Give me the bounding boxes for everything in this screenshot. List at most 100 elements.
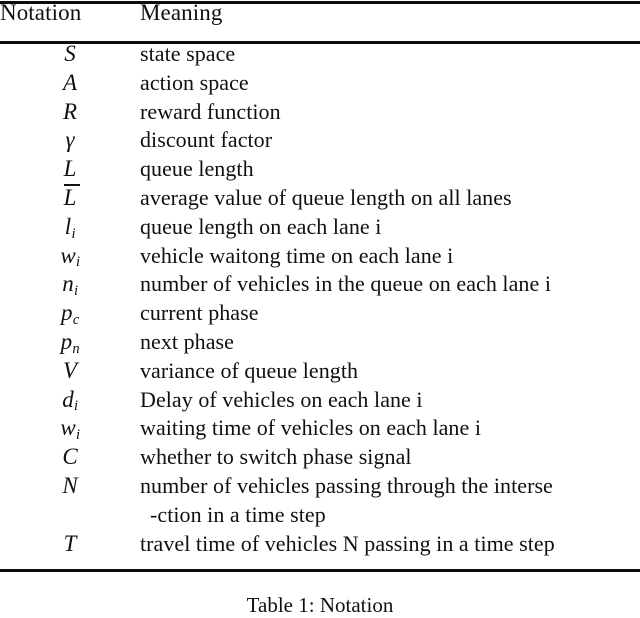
symbol-base: p xyxy=(60,328,73,354)
notation-symbol: N xyxy=(0,473,140,502)
math-symbol: di xyxy=(62,386,79,415)
math-symbol: A xyxy=(63,71,77,94)
math-symbol: V xyxy=(63,359,77,382)
symbol-base: L xyxy=(63,184,77,210)
notation-symbol: pc xyxy=(0,300,140,329)
notation-meaning: state space xyxy=(140,41,236,66)
table-row: pn next phase xyxy=(0,329,640,358)
overbar-accent xyxy=(64,184,81,186)
table-row: di Delay of vehicles on each lane i xyxy=(0,387,640,416)
notation-meaning: average value of queue length on all lan… xyxy=(140,184,512,210)
column-header-notation: Notation xyxy=(0,0,82,25)
math-symbol: li xyxy=(65,215,76,241)
notation-symbol-empty xyxy=(0,502,140,531)
notation-meaning: queue length xyxy=(140,156,254,182)
table-row: Nnumber of vehicles passing through the … xyxy=(0,473,640,502)
notation-symbol: li xyxy=(0,214,140,243)
symbol-subscript: i xyxy=(71,225,76,242)
symbol-base: A xyxy=(62,69,78,95)
math-symbol: pn xyxy=(60,328,80,356)
notation-symbol: L xyxy=(0,184,140,214)
notation-meaning: next phase xyxy=(140,328,234,354)
symbol-base: T xyxy=(63,530,77,556)
math-symbol: γ xyxy=(65,128,74,151)
symbol-subscript: c xyxy=(72,312,80,329)
table-row: Sstate space xyxy=(0,41,640,70)
notation-symbol: S xyxy=(0,41,140,70)
symbol-base: d xyxy=(62,386,74,412)
notation-symbol: wi xyxy=(0,415,140,444)
notation-meaning: number of vehicles passing through the i… xyxy=(140,472,553,498)
notation-symbol: R xyxy=(0,99,140,128)
notation-table-figure: Notation Meaning Sstate space Aaction spa… xyxy=(0,0,640,617)
notation-meaning: waiting time of vehicles on each lane i xyxy=(140,415,481,441)
symbol-subscript: n xyxy=(72,340,80,357)
notation-meaning-continuation: -ction in a time step xyxy=(150,501,326,527)
table-row: Vvariance of queue length xyxy=(0,358,640,387)
table-row: wi vehicle waitong time on each lane i xyxy=(0,243,640,272)
math-symbol: L xyxy=(64,157,77,180)
notation-meaning: Delay of vehicles on each lane i xyxy=(140,386,423,412)
symbol-base: V xyxy=(62,357,78,383)
table-row: γ discount factor xyxy=(0,127,640,156)
table-row: Aaction space xyxy=(0,70,640,99)
table-caption: Table 1: Notation xyxy=(246,593,394,617)
symbol-base: w xyxy=(60,415,76,441)
symbol-base: C xyxy=(62,444,78,470)
math-symbol: C xyxy=(62,445,77,468)
notation-meaning: variance of queue length xyxy=(140,357,359,383)
symbol-subscript: i xyxy=(75,254,80,271)
symbol-base: n xyxy=(62,271,74,297)
math-symbol: R xyxy=(63,100,77,123)
math-symbol: pc xyxy=(61,300,79,327)
notation-symbol: ni xyxy=(0,271,140,300)
symbol-base: γ xyxy=(65,127,75,153)
math-symbol: ni xyxy=(62,271,78,298)
notation-meaning: action space xyxy=(140,69,249,95)
notation-table: Notation Meaning Sstate space Aaction spa… xyxy=(0,0,640,559)
notation-symbol: pn xyxy=(0,329,140,358)
column-header-meaning: Meaning xyxy=(140,0,223,25)
notation-meaning: discount factor xyxy=(140,127,273,153)
symbol-subscript: i xyxy=(75,427,80,444)
math-symbol: N xyxy=(62,474,77,497)
math-symbol: wi xyxy=(60,415,80,442)
notation-meaning: whether to switch phase signal xyxy=(140,444,412,470)
notation-symbol: T xyxy=(0,531,140,560)
notation-symbol: γ xyxy=(0,127,140,156)
notation-symbol: di xyxy=(0,387,140,416)
notation-meaning: queue length on each lane i xyxy=(140,213,382,239)
notation-meaning: number of vehicles in the queue on each … xyxy=(140,271,551,297)
notation-symbol: A xyxy=(0,70,140,99)
math-symbol: S xyxy=(64,42,76,65)
notation-symbol: L xyxy=(0,156,140,185)
notation-meaning: reward function xyxy=(140,98,281,124)
table-row: pc current phase xyxy=(0,300,640,329)
notation-meaning: vehicle waitong time on each lane i xyxy=(140,242,454,268)
symbol-base: L xyxy=(63,156,77,182)
symbol-base: S xyxy=(64,41,76,66)
table-row: Cwhether to switch phase signal xyxy=(0,444,640,473)
symbol-base: N xyxy=(62,472,78,498)
notation-symbol: C xyxy=(0,444,140,473)
table-row: wi waiting time of vehicles on each lane … xyxy=(0,415,640,444)
table-row: Lqueue length xyxy=(0,156,640,185)
symbol-base: p xyxy=(61,300,73,326)
notation-meaning: current phase xyxy=(140,300,259,326)
notation-symbol: V xyxy=(0,358,140,387)
symbol-subscript: i xyxy=(74,398,79,415)
table-bottom-rule xyxy=(0,569,640,572)
math-symbol: wi xyxy=(60,242,80,271)
table-row: Laverage value of queue length on all la… xyxy=(0,184,640,214)
table-row: Rreward function xyxy=(0,99,640,128)
math-symbol: L xyxy=(63,184,81,210)
table-row: li queue length on each lane i xyxy=(0,214,640,243)
math-symbol: T xyxy=(64,532,77,555)
notation-meaning: travel time of vehicles N passing in a t… xyxy=(140,530,555,556)
table-row: ni number of vehicles in the queue on eac… xyxy=(0,271,640,300)
table-header-row: Notation Meaning xyxy=(0,0,640,41)
symbol-base: R xyxy=(62,98,78,124)
table-row: Ttravel time of vehicles N passing in a … xyxy=(0,531,640,560)
notation-table-body: Sstate space Aaction space Rreward functio… xyxy=(0,41,640,559)
symbol-base: w xyxy=(60,242,76,268)
